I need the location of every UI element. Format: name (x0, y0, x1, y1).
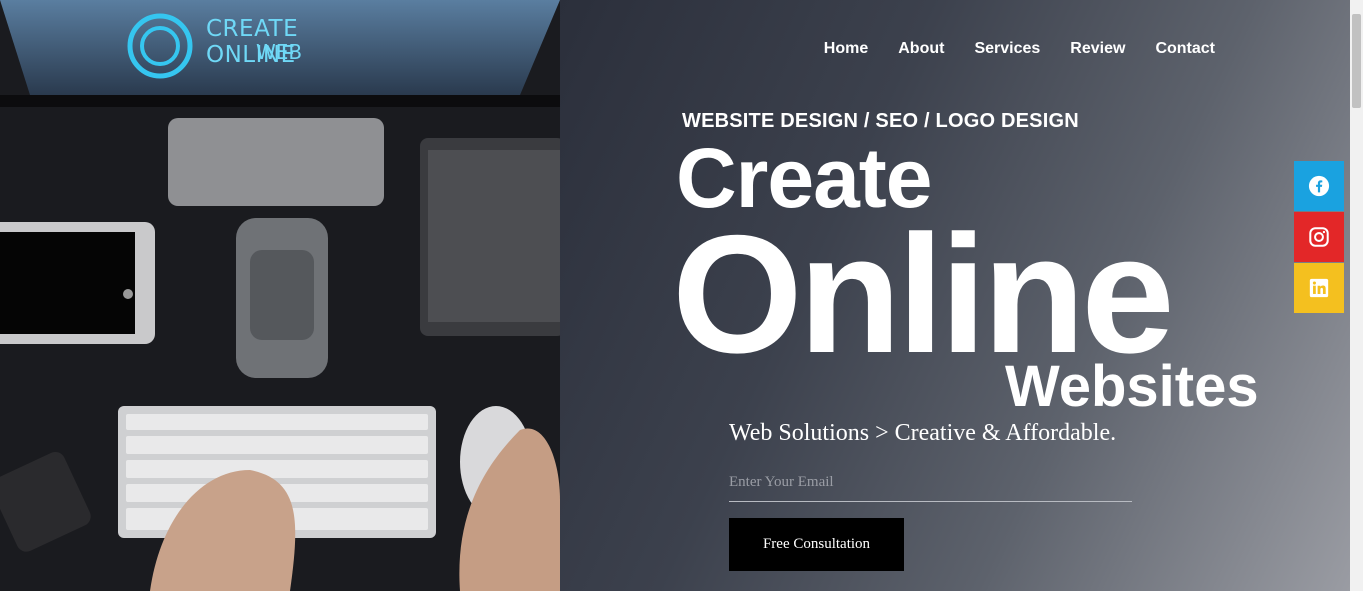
nav-review[interactable]: Review (1070, 40, 1125, 58)
logo-text-line2: WEB (256, 40, 303, 64)
nav-contact[interactable]: Contact (1155, 40, 1215, 58)
free-consultation-button[interactable]: Free Consultation (729, 518, 904, 571)
nav-about[interactable]: About (898, 40, 944, 58)
linkedin-icon (1309, 278, 1329, 298)
instagram-link[interactable] (1294, 212, 1344, 262)
scrollbar-thumb[interactable] (1352, 14, 1361, 108)
hero-photo: CREATE ONLINE WEB (0, 0, 560, 591)
logo-ring-icon (127, 13, 193, 79)
hero-subheading: Web Solutions > Creative & Affordable. (729, 420, 1117, 446)
facebook-link[interactable] (1294, 161, 1344, 211)
hero-tagline: WEBSITE DESIGN / SEO / LOGO DESIGN (682, 110, 1079, 132)
logo: CREATE ONLINE WEB (122, 10, 362, 80)
hero-heading-online: Online (672, 200, 1175, 388)
page-scrollbar[interactable] (1350, 0, 1363, 591)
nav-home[interactable]: Home (824, 40, 868, 58)
instagram-icon (1309, 227, 1329, 247)
linkedin-link[interactable] (1294, 263, 1344, 313)
main-nav: Home About Services Review Contact (824, 40, 1215, 58)
facebook-icon (1308, 175, 1330, 197)
nav-services[interactable]: Services (974, 40, 1040, 58)
desk-illustration (0, 0, 560, 591)
hero-heading-websites: Websites (1005, 354, 1259, 419)
email-input[interactable] (729, 464, 1132, 502)
